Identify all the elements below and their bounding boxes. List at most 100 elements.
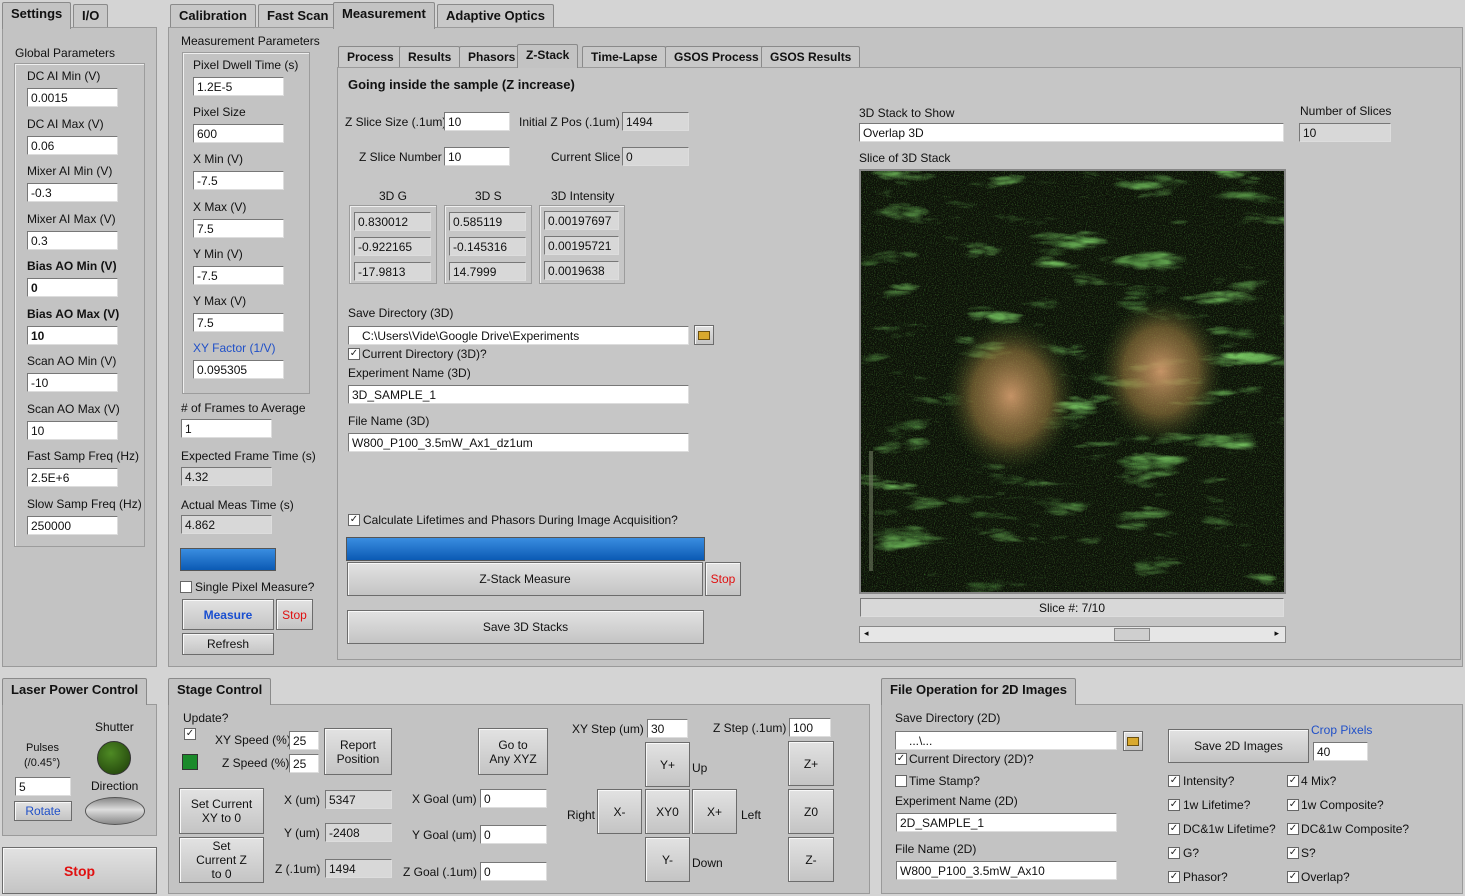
y-plus-button[interactable]: Y+ [645,742,690,787]
file-name-2d-input[interactable]: W800_P100_3.5mW_Ax10 [896,861,1117,880]
tab-settings[interactable]: Settings [2,2,72,29]
zstack-measure-button[interactable]: Z-Stack Measure [347,562,703,596]
file2d-option-checkbox[interactable]: ✓ [1287,775,1299,787]
subtab-time-lapse[interactable]: Time-Lapse [582,46,667,68]
measure-button[interactable]: Measure [182,599,274,630]
single-pixel-checkbox[interactable] [180,581,192,593]
subtab-phasors[interactable]: Phasors [459,46,525,68]
report-position-button[interactable]: Report Position [324,728,392,775]
slice-scrollbar[interactable]: ◂ ▸ [859,626,1286,643]
tab-file-operation[interactable]: File Operation for 2D Images [881,678,1076,705]
tab-fast-scan[interactable]: Fast Scan [258,4,338,28]
y-minus-button[interactable]: Y- [645,837,690,882]
subtab-gsos-results[interactable]: GSOS Results [761,46,861,68]
global-param-input[interactable]: 0.3 [27,230,118,250]
x-goal-input[interactable]: 0 [480,789,547,808]
scroll-thumb[interactable] [1114,628,1150,641]
save-3d-stacks-button[interactable]: Save 3D Stacks [347,610,704,644]
z-speed-input[interactable]: 25 [289,754,319,773]
save-dir-2d-input[interactable]: ...\... [895,731,1117,750]
tab-laser-power[interactable]: Laser Power Control [2,678,148,705]
browse-2d-button[interactable] [1123,731,1143,751]
file2d-option-checkbox[interactable]: ✓ [1287,823,1299,835]
xy-zero-button[interactable]: XY0 [645,789,690,834]
subtab-process[interactable]: Process [338,46,403,68]
z-step-input[interactable]: 100 [789,718,831,737]
meas-param-input[interactable]: 1.2E-5 [193,77,284,96]
xy-speed-input[interactable]: 25 [289,731,319,750]
x-plus-button[interactable]: X+ [692,789,737,834]
tab-adaptive-optics[interactable]: Adaptive Optics [437,4,554,28]
z-goal-input[interactable]: 0 [480,862,547,881]
x-minus-button[interactable]: X- [597,789,642,834]
file-name-3d-input[interactable]: W800_P100_3.5mW_Ax1_dz1um [348,433,689,452]
y-goal-input[interactable]: 0 [480,825,547,844]
shutter-led[interactable] [97,741,131,775]
global-param-input[interactable]: 250000 [27,515,118,535]
meas-param-input[interactable]: -7.5 [193,265,284,285]
slice-image[interactable] [859,169,1286,594]
set-xy-zero-button[interactable]: Set Current XY to 0 [179,788,264,834]
z-zero-button[interactable]: Z0 [788,789,834,834]
meas-param-input[interactable]: -7.5 [193,171,284,191]
file2d-option-checkbox[interactable]: ✓ [1168,799,1180,811]
browse-3d-button[interactable] [694,325,714,345]
calc-lifetimes-checkbox[interactable]: ✓ [348,514,360,526]
z-plus-button[interactable]: Z+ [788,741,834,786]
scroll-right-icon[interactable]: ▸ [1274,628,1279,639]
save-2d-images-button[interactable]: Save 2D Images [1168,729,1309,763]
update-checkbox[interactable]: ✓ [184,728,196,740]
time-stamp-checkbox[interactable] [895,775,907,787]
rotate-button[interactable]: Rotate [14,801,72,821]
file2d-option-checkbox[interactable]: ✓ [1287,871,1299,883]
current-dir-2d-checkbox[interactable]: ✓ [895,753,907,765]
direction-toggle[interactable] [85,797,145,825]
slice-number-input[interactable]: 10 [444,147,510,166]
y-pos-label: Y (um) [284,826,320,840]
global-param-input[interactable]: 10 [27,325,118,345]
subtab-gsos-process[interactable]: GSOS Process [665,46,768,68]
file2d-option-checkbox[interactable]: ✓ [1168,871,1180,883]
refresh-button[interactable]: Refresh [182,633,274,655]
scroll-left-icon[interactable]: ◂ [864,628,869,639]
file2d-option-checkbox[interactable]: ✓ [1287,799,1299,811]
stack-to-show-select[interactable]: Overlap 3D [859,123,1284,142]
global-param-input[interactable]: 0.0015 [27,88,118,107]
global-param-input[interactable]: 10 [27,420,118,440]
slice-size-input[interactable]: 10 [444,112,510,131]
z-minus-button[interactable]: Z- [788,837,834,882]
tab-calibration[interactable]: Calibration [170,4,256,28]
global-param-input[interactable]: 0 [27,278,118,297]
meas-param-input[interactable]: 0.095305 [193,360,284,380]
pulses-input[interactable]: 5 [15,777,71,796]
meas-param-input[interactable]: 600 [193,124,284,144]
frames-input[interactable]: 1 [181,419,272,438]
xy-step-input[interactable]: 30 [647,719,688,738]
global-param-input[interactable]: -10 [27,373,118,392]
exp-name-2d-input[interactable]: 2D_SAMPLE_1 [896,813,1117,832]
global-param-input[interactable]: 2.5E+6 [27,468,118,487]
global-param-input[interactable]: 0.06 [27,135,118,155]
global-param-input[interactable]: -0.3 [27,183,118,202]
file2d-option-checkbox[interactable]: ✓ [1168,847,1180,859]
slice-size-label: Z Slice Size (.1um) [345,115,447,129]
tab-measurement[interactable]: Measurement [333,2,435,29]
meas-param-input[interactable]: 7.5 [193,218,284,238]
subtab-results[interactable]: Results [399,46,461,68]
set-z-zero-button[interactable]: Set Current Z to 0 [179,837,264,883]
measure-stop-button[interactable]: Stop [276,599,313,630]
tab-io[interactable]: I/O [73,4,109,28]
file2d-option-checkbox[interactable]: ✓ [1168,775,1180,787]
file2d-option-checkbox[interactable]: ✓ [1168,823,1180,835]
subtab-z-stack[interactable]: Z-Stack [517,44,579,68]
current-dir-3d-checkbox[interactable]: ✓ [348,348,360,360]
exp-name-3d-input[interactable]: 3D_SAMPLE_1 [348,385,689,404]
crop-pixels-input[interactable]: 40 [1313,742,1368,761]
zstack-stop-button[interactable]: Stop [705,562,741,596]
go-to-xyz-button[interactable]: Go to Any XYZ [478,728,548,775]
main-stop-button[interactable]: Stop [2,847,157,894]
tab-stage-control[interactable]: Stage Control [168,678,272,705]
file2d-option-checkbox[interactable]: ✓ [1287,847,1299,859]
meas-param-input[interactable]: 7.5 [193,313,284,332]
save-dir-3d-input[interactable]: C:\Users\Vide\Google Drive\Experiments [348,326,689,345]
